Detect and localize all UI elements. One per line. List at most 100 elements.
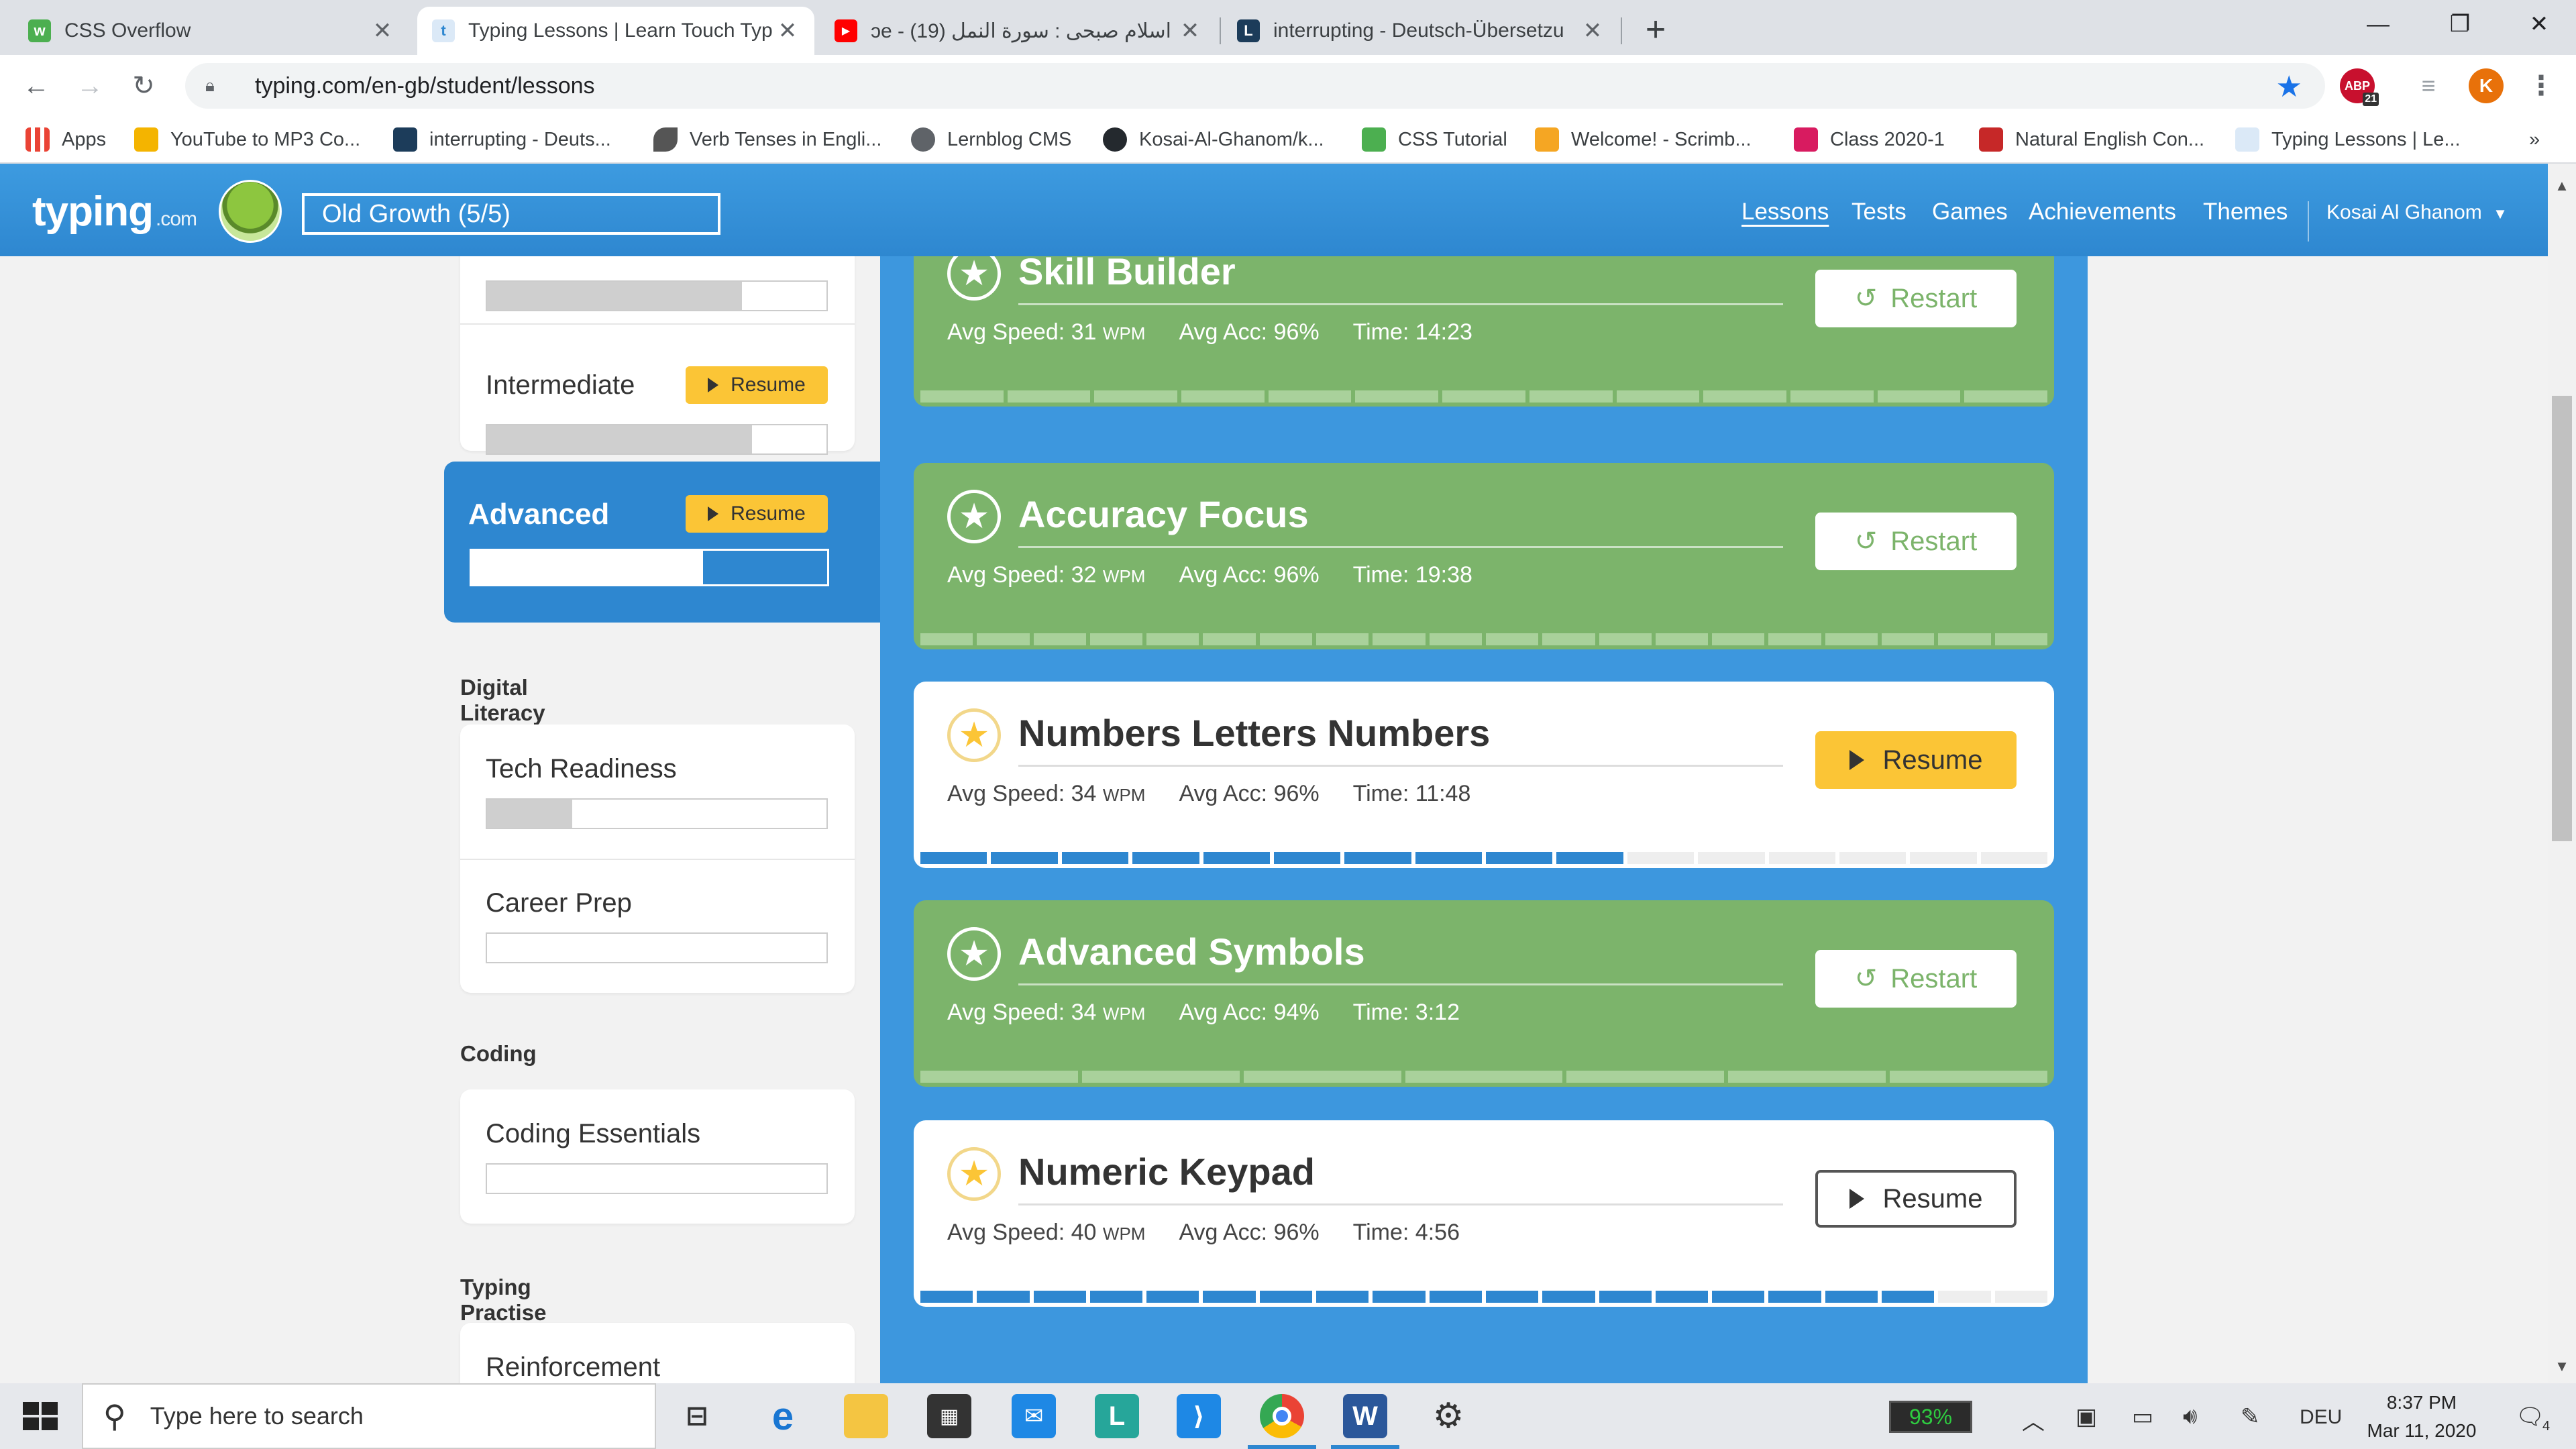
more-menu-icon[interactable]: ⋮ [2524, 68, 2559, 103]
course-beginner[interactable] [460, 256, 855, 315]
address-bar[interactable]: 🔒︎ typing.com/en-gb/student/lessons ★ [185, 63, 2325, 109]
course-coding-essentials[interactable]: Coding Essentials [460, 1089, 855, 1224]
bookmark-star-icon[interactable]: ★ [2276, 70, 2302, 104]
language-indicator[interactable]: DEU [2300, 1406, 2342, 1429]
course-reinforcement[interactable]: Reinforcement [460, 1323, 855, 1383]
bookmark-lernblog[interactable]: Lernblog CMS [911, 125, 1071, 154]
progress-fill [472, 551, 703, 584]
progress-segment [920, 1071, 1078, 1083]
user-menu[interactable]: Kosai Al Ghanom ▼ [2308, 201, 2508, 241]
lernblog-app-icon[interactable]: L [1095, 1394, 1139, 1438]
nav-themes[interactable]: Themes [2203, 199, 2288, 225]
tab-interrupting[interactable]: L interrupting - Deutsch-Übersetzu ✕ [1222, 7, 1619, 55]
bookmark-css-tutorial[interactable]: CSS Tutorial [1362, 125, 1507, 154]
resume-button[interactable]: Resume [1815, 731, 2017, 789]
profile-avatar[interactable]: K [2469, 68, 2504, 103]
bookmark-youtube-mp3[interactable]: YouTube to MP3 Co... [134, 125, 360, 154]
nav-achievements[interactable]: Achievements [2029, 199, 2176, 225]
settings-gear-icon[interactable]: ⚙ [1426, 1394, 1470, 1438]
pen-icon[interactable]: ✎ [2241, 1403, 2260, 1430]
restart-button[interactable]: ↺ Restart [1815, 950, 2017, 1008]
tab-css-overflow[interactable]: w CSS Overflow ✕ [13, 7, 409, 55]
nav-tests[interactable]: Tests [1851, 199, 1907, 225]
browser-toolbar: ← → ↻ 🔒︎ typing.com/en-gb/student/lesson… [0, 55, 2576, 115]
taskbar-search-box[interactable]: ⚲ Type here to search [82, 1383, 656, 1449]
word-icon[interactable]: W [1331, 1394, 1399, 1449]
new-tab-button[interactable]: + [1637, 11, 1674, 48]
show-hidden-icons-chevron-icon[interactable]: ︿ [2022, 1403, 2045, 1436]
course-advanced[interactable]: Advanced Resume [444, 462, 880, 623]
lock-icon: 🔒︎ [205, 75, 215, 95]
battery-icon[interactable]: ▭ [2132, 1403, 2153, 1430]
typing-logo[interactable]: typing .com [32, 188, 197, 235]
adblock-extension-icon[interactable]: ABP 21 [2340, 68, 2379, 106]
windows-start-icon[interactable] [20, 1399, 60, 1433]
scrollbar-thumb[interactable] [2552, 396, 2572, 841]
resume-button[interactable]: Resume [1815, 1170, 2017, 1228]
bookmark-natural-english[interactable]: Natural English Con... [1979, 125, 2204, 154]
bookmark-interrupting[interactable]: interrupting - Deuts... [393, 125, 611, 154]
tab-youtube[interactable]: ▶ ɔe - اسلام صبحى : سورة النمل (19) ✕ [820, 7, 1217, 55]
progress-fill [487, 800, 572, 828]
close-icon[interactable]: ✕ [1580, 17, 1605, 44]
progress-bar [486, 798, 828, 829]
page-scrollbar[interactable]: ▲ ▼ [2548, 164, 2576, 1383]
restore-button[interactable]: ❐ [2423, 4, 2497, 44]
lesson-card[interactable]: ★ Accuracy Focus Avg Speed: 32 WPM Avg Acc:… [914, 463, 2054, 649]
close-window-button[interactable]: ✕ [2502, 4, 2576, 44]
back-arrow-icon[interactable]: ← [17, 67, 55, 105]
nav-lessons[interactable]: Lessons [1741, 199, 1829, 225]
bookmark-verb-tenses[interactable]: Verb Tenses in Engli... [653, 125, 881, 154]
scroll-up-icon[interactable]: ▲ [2548, 177, 2576, 195]
tree-avatar[interactable] [219, 180, 282, 243]
lesson-stats: Avg Speed: 34 WPM Avg Acc: 96% Time: 11:48 [947, 781, 1470, 807]
course-intermediate[interactable]: Intermediate Resume [460, 325, 855, 455]
class-name-field[interactable]: Old Growth (5/5) [302, 193, 720, 235]
task-view-icon[interactable]: ⊟ [675, 1394, 719, 1438]
reading-list-icon[interactable]: ≡ [2411, 68, 2446, 103]
notification-center-icon[interactable]: 🗨︎ 4 [2516, 1403, 2550, 1434]
restart-button[interactable]: ↺ Restart [1815, 270, 2017, 327]
resume-button[interactable]: Resume [686, 495, 828, 533]
tab-separator [1621, 17, 1622, 44]
restart-button[interactable]: ↺ Restart [1815, 513, 2017, 570]
edge-browser-icon[interactable]: e [761, 1394, 805, 1438]
microsoft-store-icon[interactable]: ▦ [927, 1394, 971, 1438]
system-clock[interactable]: 8:37 PM Mar 11, 2020 [2361, 1389, 2482, 1445]
resume-button[interactable]: Resume [686, 366, 828, 404]
reload-icon[interactable]: ↻ [125, 67, 162, 105]
bookmark-label: Welcome! - Scrimb... [1571, 128, 1752, 150]
mail-icon[interactable]: ✉ [1012, 1394, 1056, 1438]
network-icon[interactable]: ▣ [2076, 1403, 2097, 1430]
tab-typing-lessons[interactable]: t Typing Lessons | Learn Touch Typ ✕ [417, 7, 814, 55]
lesson-card[interactable]: ★ Numeric Keypad Avg Speed: 40 WPM Avg Acc:… [914, 1120, 2054, 1307]
lesson-title: Numbers Letters Numbers [1018, 712, 1491, 754]
bookmarks-bar: Apps YouTube to MP3 Co... interrupting -… [0, 115, 2576, 164]
nav-games[interactable]: Games [1932, 199, 2008, 225]
bookmark-scrimba[interactable]: Welcome! - Scrimb... [1535, 125, 1752, 154]
file-explorer-icon[interactable] [844, 1394, 888, 1438]
bookmark-typing-lessons[interactable]: Typing Lessons | Le... [2235, 125, 2461, 154]
bookmark-class-2020[interactable]: Class 2020-1 [1794, 125, 1945, 154]
close-icon[interactable]: ✕ [370, 17, 394, 44]
minimize-button[interactable]: — [2341, 4, 2415, 44]
scroll-down-icon[interactable]: ▼ [2548, 1358, 2576, 1375]
bookmark-github[interactable]: Kosai-Al-Ghanom/k... [1103, 125, 1324, 154]
forward-arrow-icon[interactable]: → [71, 67, 109, 105]
lesson-card[interactable]: ★ Skill Builder Avg Speed: 31 WPM Avg Acc: … [914, 256, 2054, 407]
course-career-prep[interactable]: Career Prep [460, 859, 855, 993]
chrome-icon[interactable] [1248, 1394, 1316, 1449]
course-name: Intermediate [486, 370, 635, 400]
battery-indicator[interactable]: 93% [1889, 1401, 1972, 1433]
close-icon[interactable]: ✕ [775, 17, 800, 44]
vscode-icon[interactable]: ⟩ [1177, 1394, 1221, 1438]
bookmarks-overflow-button[interactable]: » [2529, 125, 2540, 154]
course-tech-readiness[interactable]: Tech Readiness [460, 724, 855, 859]
speed-unit: WPM [1102, 1004, 1146, 1024]
close-icon[interactable]: ✕ [1178, 17, 1202, 44]
volume-icon[interactable]: 🔊︎ [2183, 1403, 2197, 1430]
lesson-card[interactable]: ★ Numbers Letters Numbers Avg Speed: 34 WP… [914, 682, 2054, 868]
lesson-card[interactable]: ★ Advanced Symbols Avg Speed: 34 WPM Avg Ac… [914, 900, 2054, 1087]
bookmark-apps[interactable]: Apps [25, 125, 106, 154]
bookmark-label: YouTube to MP3 Co... [170, 128, 361, 150]
